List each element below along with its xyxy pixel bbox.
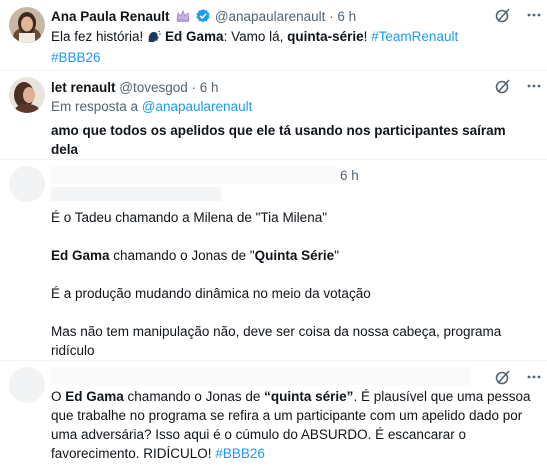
post-2[interactable]: let renault @tovesgod · 6 h Em resposta …: [0, 71, 547, 159]
post-header: let renault @tovesgod · 6 h: [51, 79, 219, 97]
text-segment: chamando o Jonas de: [123, 389, 265, 404]
paragraph: É a produção mudando dinâmica no meio da…: [51, 286, 371, 301]
grok-icon[interactable]: [494, 6, 512, 29]
post-4[interactable]: O Ed Gama chamando o Jonas de “quinta sé…: [0, 361, 547, 469]
paragraph: É o Tadeu chamando a Milena de "Tia Mile…: [51, 210, 327, 225]
avatar[interactable]: [9, 77, 45, 113]
post-text: O Ed Gama chamando o Jonas de “quinta sé…: [51, 387, 536, 463]
text-segment: ": [334, 248, 339, 263]
speaking-head-emoji-icon: [147, 29, 161, 48]
paragraph: Mas não tem manipulação não, deve ser co…: [51, 324, 502, 358]
avatar[interactable]: [9, 367, 45, 403]
hashtag-link[interactable]: #BBB26: [215, 446, 265, 461]
text-bold-name: Ed Gama: [51, 248, 110, 263]
text-bold-name: Ed Gama: [65, 389, 124, 404]
text-bold: “quinta série”: [264, 389, 354, 404]
text-segment: chamando o Jonas de ": [109, 248, 255, 263]
reply-prefix: Em resposta a: [51, 99, 142, 114]
redacted-reply-context: [51, 187, 221, 201]
more-icon[interactable]: [526, 7, 542, 28]
post-3[interactable]: 6 h É o Tadeu chamando a Milena de "Tia …: [0, 160, 547, 360]
grok-icon[interactable]: [494, 77, 512, 100]
text-segment: : Vamo lá,: [223, 29, 288, 44]
reply-handle-link[interactable]: @anapaularenault: [142, 99, 253, 114]
author-handle[interactable]: @tovesgod: [119, 80, 188, 95]
author-name[interactable]: Ana Paula Renault: [51, 9, 170, 24]
verified-badge-icon: [195, 8, 211, 29]
avatar[interactable]: [9, 166, 45, 202]
author-handle[interactable]: @anapaularenault: [215, 9, 326, 24]
post-time[interactable]: · 6 h: [192, 80, 219, 95]
paragraph: Ed Gama chamando o Jonas de "Quinta Séri…: [51, 246, 536, 265]
text-bold: quinta-série: [287, 29, 364, 44]
avatar[interactable]: [9, 7, 45, 43]
redacted-header: [51, 166, 337, 184]
text-bold: Quinta Série: [254, 248, 335, 263]
post-actions: [494, 77, 542, 100]
reply-context: Em resposta a @anapaularenault: [51, 98, 252, 116]
crown-emoji-icon: [175, 8, 191, 29]
post-1[interactable]: Ana Paula Renault @anapaularenault · 6 h…: [0, 0, 547, 70]
hashtag-link[interactable]: #BBB26: [51, 50, 101, 65]
redacted-header: [51, 367, 471, 385]
post-text: Ela fez história! Ed Gama: Vamo lá, quin…: [51, 27, 531, 67]
text-segment: O: [51, 389, 66, 404]
post-time[interactable]: 6 h: [340, 167, 359, 185]
post-text: É o Tadeu chamando a Milena de "Tia Mile…: [51, 208, 536, 360]
post-header: Ana Paula Renault @anapaularenault · 6 h: [51, 8, 356, 29]
text-bold-name: Ed Gama: [165, 29, 224, 44]
hashtag-link[interactable]: #TeamRenault: [371, 29, 458, 44]
post-time[interactable]: · 6 h: [329, 9, 356, 24]
post-text: amo que todos os apelidos que ele tá usa…: [51, 123, 506, 157]
post-actions: [494, 6, 542, 29]
author-name[interactable]: let renault: [51, 80, 116, 95]
text-segment: Ela fez história!: [51, 29, 148, 44]
more-icon[interactable]: [526, 78, 542, 99]
